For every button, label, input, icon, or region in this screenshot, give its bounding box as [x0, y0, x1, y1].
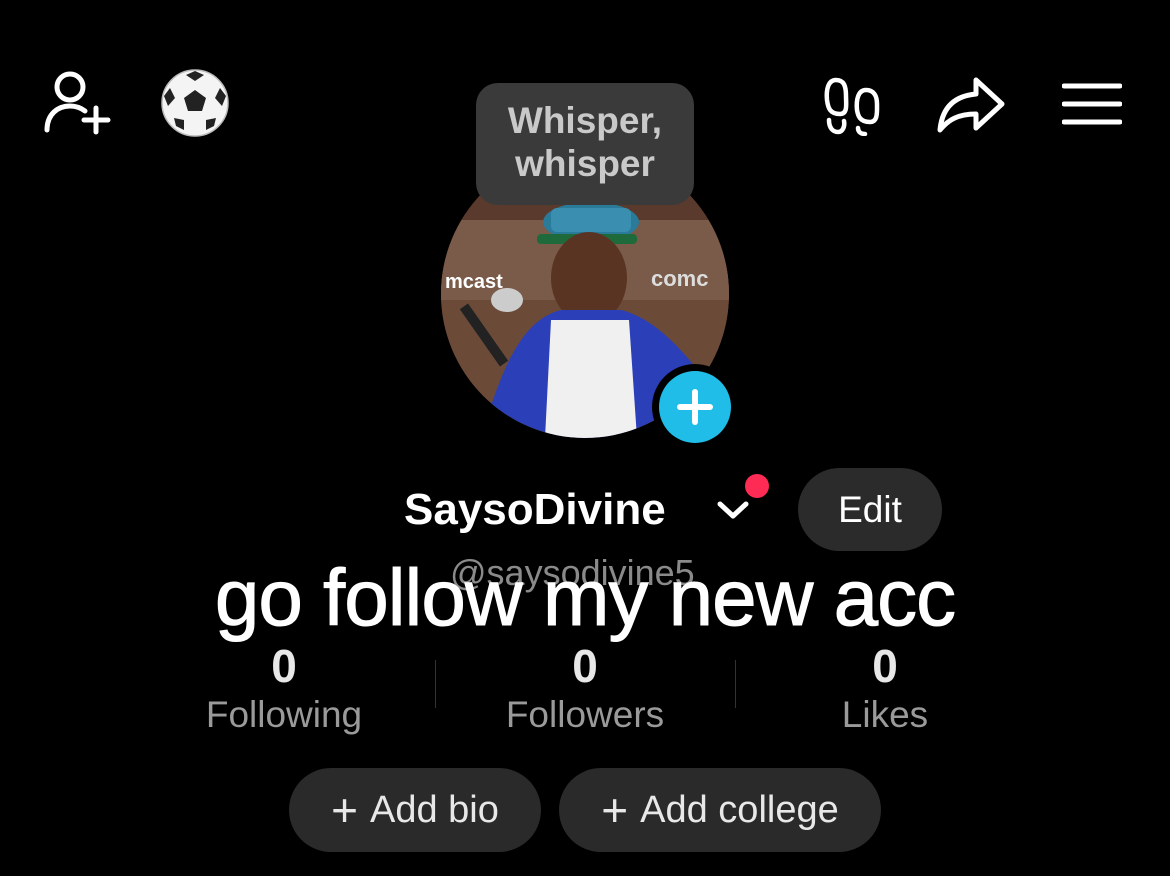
hamburger-menu-icon [1062, 83, 1122, 125]
avatar-add-button[interactable] [652, 364, 738, 450]
photo-text-left: mcast [445, 271, 503, 293]
share-arrow-icon [937, 77, 1005, 133]
notification-dot [745, 474, 769, 498]
stat-likes[interactable]: 0 Likes [735, 640, 1035, 738]
likes-label: Likes [841, 694, 929, 735]
photo-text-right: comc [651, 266, 708, 291]
person-plus-icon [44, 71, 111, 135]
soccer-ball-icon [161, 69, 229, 137]
likes-count: 0 [872, 640, 898, 692]
plus-icon: + [601, 784, 629, 836]
add-bio-button[interactable]: + Add bio [289, 768, 541, 852]
display-name[interactable]: SaysoDivine [404, 482, 666, 538]
followers-count: 0 [572, 640, 598, 692]
plus-icon: + [331, 784, 358, 836]
share-button[interactable] [936, 76, 1006, 134]
footprints-icon [824, 77, 880, 136]
caption-overlay: go follow my new acc [214, 553, 956, 643]
add-college-button[interactable]: + Add college [559, 768, 881, 852]
following-count: 0 [271, 640, 297, 692]
tooltip-line-1: Whisper, [507, 100, 663, 141]
whisper-tooltip[interactable]: Whisper, whisper [476, 83, 694, 205]
chevron-down-icon[interactable] [716, 498, 750, 522]
followers-label: Followers [505, 694, 665, 735]
tooltip-line-2: whisper [515, 143, 655, 184]
stat-followers[interactable]: 0 Followers [435, 640, 735, 738]
soccer-ball-emoji-button[interactable] [160, 68, 230, 138]
plus-icon [677, 389, 713, 425]
add-bio-label: Add bio [369, 789, 499, 831]
footprints-button[interactable] [822, 76, 882, 136]
add-college-label: Add college [640, 789, 839, 831]
stat-following[interactable]: 0 Following [134, 640, 434, 738]
add-friend-button[interactable] [44, 70, 114, 136]
edit-profile-button[interactable]: Edit [798, 468, 942, 551]
following-label: Following [205, 694, 363, 735]
menu-button[interactable] [1062, 82, 1122, 126]
